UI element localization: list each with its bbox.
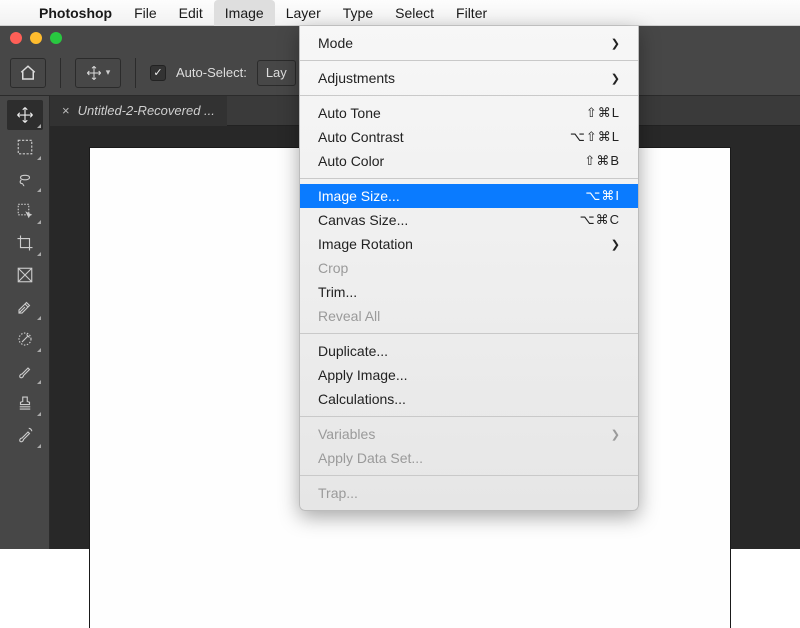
- minimize-icon[interactable]: [30, 32, 42, 44]
- menu-image[interactable]: Image: [214, 0, 275, 26]
- menu-type[interactable]: Type: [332, 0, 384, 26]
- menu-item-auto-tone[interactable]: Auto Tone⇧⌘L: [300, 101, 638, 125]
- divider: [60, 58, 61, 88]
- home-button[interactable]: [10, 58, 46, 88]
- divider: [135, 58, 136, 88]
- menu-item-calculations[interactable]: Calculations...: [300, 387, 638, 411]
- menu-layer[interactable]: Layer: [275, 0, 332, 26]
- move-tool[interactable]: [7, 100, 43, 130]
- zoom-icon[interactable]: [50, 32, 62, 44]
- auto-select-checkbox[interactable]: ✓: [150, 65, 166, 81]
- menu-edit[interactable]: Edit: [168, 0, 214, 26]
- mac-menubar: Photoshop File Edit Image Layer Type Sel…: [0, 0, 800, 26]
- auto-select-dropdown[interactable]: Lay: [257, 60, 296, 86]
- menu-item-apply-data-set: Apply Data Set...: [300, 446, 638, 470]
- brush-tool[interactable]: [7, 356, 43, 386]
- separator: [300, 178, 638, 179]
- menu-item-mode[interactable]: Mode❯: [300, 31, 638, 55]
- menu-item-reveal-all: Reveal All: [300, 304, 638, 328]
- crop-tool[interactable]: [7, 228, 43, 258]
- shortcut: ⌥⌘I: [585, 188, 620, 204]
- chevron-right-icon: ❯: [611, 238, 620, 251]
- separator: [300, 95, 638, 96]
- document-tab[interactable]: × Untitled-2-Recovered ...: [50, 96, 227, 126]
- menu-item-auto-contrast[interactable]: Auto Contrast⌥⇧⌘L: [300, 125, 638, 149]
- menu-file[interactable]: File: [123, 0, 168, 26]
- separator: [300, 475, 638, 476]
- menu-item-canvas-size[interactable]: Canvas Size...⌥⌘C: [300, 208, 638, 232]
- menu-item-apply-image[interactable]: Apply Image...: [300, 363, 638, 387]
- menu-app[interactable]: Photoshop: [28, 0, 123, 26]
- tool-preset-picker[interactable]: ▾: [75, 58, 121, 88]
- menu-item-adjustments[interactable]: Adjustments❯: [300, 66, 638, 90]
- menu-select[interactable]: Select: [384, 0, 445, 26]
- healing-brush-tool[interactable]: [7, 324, 43, 354]
- menu-item-variables: Variables❯: [300, 422, 638, 446]
- shortcut: ⌥⌘C: [580, 212, 620, 228]
- traffic-lights: [10, 32, 62, 44]
- shortcut: ⇧⌘L: [586, 105, 620, 121]
- chevron-right-icon: ❯: [611, 72, 620, 85]
- shortcut: ⇧⌘B: [584, 153, 620, 169]
- separator: [300, 333, 638, 334]
- menu-item-auto-color[interactable]: Auto Color⇧⌘B: [300, 149, 638, 173]
- shortcut: ⌥⇧⌘L: [570, 129, 620, 145]
- menu-item-trim[interactable]: Trim...: [300, 280, 638, 304]
- chevron-down-icon: ▾: [106, 67, 111, 78]
- menu-item-image-rotation[interactable]: Image Rotation❯: [300, 232, 638, 256]
- separator: [300, 416, 638, 417]
- close-tab-icon[interactable]: ×: [62, 103, 70, 118]
- image-menu-dropdown: Mode❯ Adjustments❯ Auto Tone⇧⌘L Auto Con…: [299, 26, 639, 511]
- frame-tool[interactable]: [7, 260, 43, 290]
- auto-select-label: Auto-Select:: [176, 65, 247, 80]
- chevron-right-icon: ❯: [611, 428, 620, 441]
- quick-select-tool[interactable]: [7, 196, 43, 226]
- stamp-tool[interactable]: [7, 388, 43, 418]
- tab-title: Untitled-2-Recovered ...: [78, 103, 215, 118]
- close-icon[interactable]: [10, 32, 22, 44]
- menu-item-duplicate[interactable]: Duplicate...: [300, 339, 638, 363]
- history-brush-tool[interactable]: [7, 420, 43, 450]
- eyedropper-tool[interactable]: [7, 292, 43, 322]
- tools-panel: [0, 96, 50, 549]
- menu-item-image-size[interactable]: Image Size...⌥⌘I: [300, 184, 638, 208]
- auto-select-value: Lay: [266, 65, 287, 80]
- menu-filter[interactable]: Filter: [445, 0, 498, 26]
- marquee-tool[interactable]: [7, 132, 43, 162]
- chevron-right-icon: ❯: [611, 37, 620, 50]
- lasso-tool[interactable]: [7, 164, 43, 194]
- separator: [300, 60, 638, 61]
- menu-item-trap: Trap...: [300, 481, 638, 505]
- menu-item-crop: Crop: [300, 256, 638, 280]
